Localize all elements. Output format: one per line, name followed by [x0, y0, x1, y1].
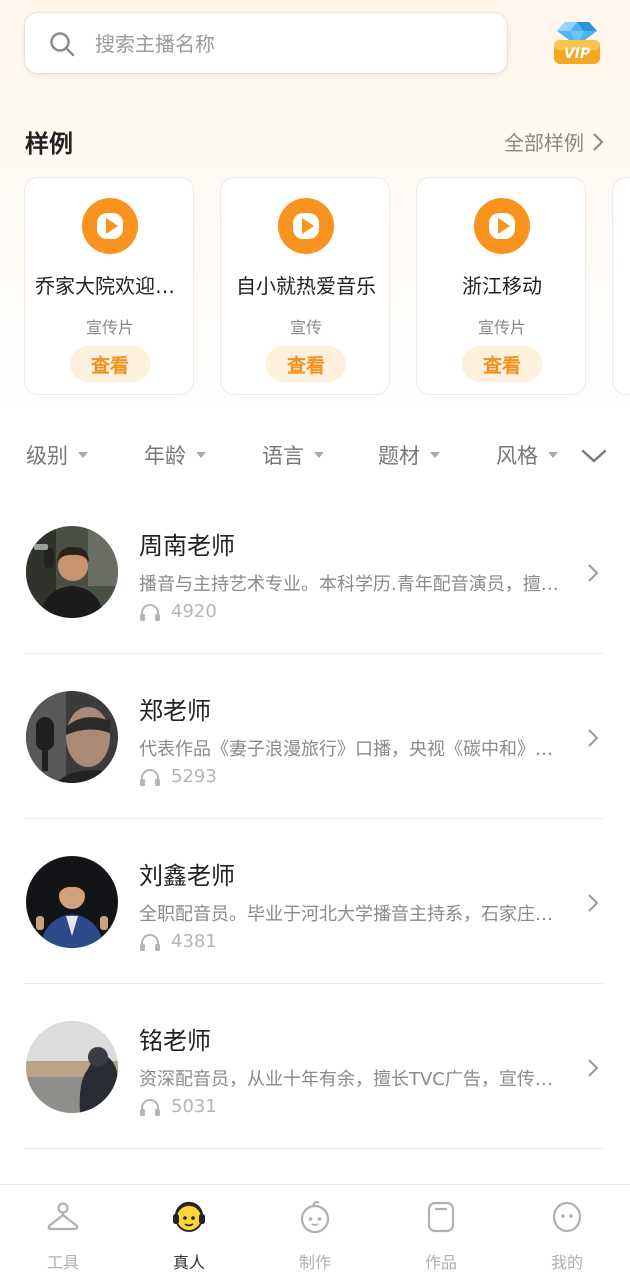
tab-label: 制作 — [298, 1253, 331, 1272]
works-icon — [427, 1201, 455, 1233]
headphone-face-icon — [173, 1201, 205, 1232]
dropdown-triangle-icon — [196, 452, 206, 458]
filter-language[interactable]: 语言 — [262, 440, 324, 470]
filter-topic[interactable]: 题材 — [378, 440, 440, 470]
avatar — [26, 526, 118, 618]
hanger-icon — [47, 1202, 79, 1231]
samples-title: 样例 — [25, 130, 73, 158]
tab-label: 工具 — [46, 1253, 79, 1272]
search-bar[interactable] — [24, 12, 508, 74]
filter-label: 题材 — [378, 444, 420, 468]
chevron-down-icon[interactable] — [580, 446, 608, 466]
play-count-value: 5293 — [171, 766, 217, 787]
headphone-icon — [140, 1098, 160, 1116]
sample-card[interactable]: 浙江移动 宣传片 查看 — [416, 177, 586, 395]
play-count: 4920 — [139, 601, 217, 622]
teacher-row[interactable]: 铭老师 资深配音员，从业十年有余，擅长TVC广告，宣传片配音 5031 — [0, 985, 630, 1149]
bottom-tab-bar: 工具 真人 制作 作品 我的 — [0, 1184, 630, 1281]
view-button[interactable]: 查看 — [70, 346, 150, 382]
divider — [24, 653, 606, 654]
vip-badge[interactable]: VIP — [552, 20, 602, 66]
filter-label: 语言 — [262, 444, 304, 468]
filter-level[interactable]: 级别 — [26, 440, 88, 470]
chevron-right-icon — [588, 564, 599, 582]
sample-card[interactable]: 自小就热爱音乐 宣传 查看 — [220, 177, 390, 395]
tab-label: 真人 — [172, 1253, 205, 1272]
filter-label: 级别 — [26, 444, 68, 468]
profile-face-icon — [552, 1201, 582, 1233]
search-icon — [50, 32, 75, 57]
play-icon[interactable] — [82, 198, 138, 254]
play-count: 4381 — [139, 931, 217, 952]
teacher-name: 周南老师 — [139, 532, 235, 560]
chevron-right-icon — [588, 1059, 599, 1077]
dropdown-triangle-icon — [548, 452, 558, 458]
headphone-icon — [140, 603, 160, 621]
dropdown-triangle-icon — [430, 452, 440, 458]
sample-type: 宣传片 — [477, 318, 526, 337]
tab-real-person[interactable]: 真人 — [126, 1185, 252, 1281]
teacher-row[interactable]: 周南老师 播音与主持艺术专业。本科学历.青年配音演员，擅长广告宣传片配音 492… — [0, 490, 630, 654]
vip-label: VIP — [564, 46, 591, 62]
sample-type: 宣传片 — [85, 318, 134, 337]
teacher-row[interactable]: 刘鑫老师 全职配音员。毕业于河北大学播音主持系，石家庄电台主播 4381 — [0, 820, 630, 984]
play-icon[interactable] — [474, 198, 530, 254]
sample-title: 乔家大院欢迎光临 — [35, 274, 185, 298]
tab-label: 作品 — [424, 1253, 457, 1272]
play-count: 5031 — [139, 1096, 217, 1117]
filter-label: 年龄 — [144, 444, 186, 468]
chevron-right-icon — [593, 132, 604, 151]
all-samples-label: 全部样例 — [504, 131, 584, 155]
play-icon[interactable] — [278, 198, 334, 254]
divider — [24, 818, 606, 819]
dropdown-triangle-icon — [314, 452, 324, 458]
headphone-icon — [140, 933, 160, 951]
teacher-description: 全职配音员。毕业于河北大学播音主持系，石家庄电台主播 — [139, 904, 559, 925]
play-count-value: 4920 — [171, 601, 217, 622]
teacher-name: 郑老师 — [139, 697, 211, 725]
sample-card[interactable]: 乔家大院欢迎光临 宣传片 查看 — [24, 177, 194, 395]
headphone-icon — [140, 768, 160, 786]
dropdown-triangle-icon — [78, 452, 88, 458]
avatar — [26, 856, 118, 948]
tab-label: 我的 — [550, 1253, 583, 1272]
sample-carousel[interactable]: 乔家大院欢迎光临 宣传片 查看 自小就热爱音乐 宣传 查看 浙江移动 宣传片 查… — [24, 177, 630, 397]
play-count-value: 5031 — [171, 1096, 217, 1117]
chevron-right-icon — [588, 729, 599, 747]
filter-bar: 级别 年龄 语言 题材 风格 — [26, 440, 616, 472]
divider — [24, 1148, 606, 1149]
teacher-row[interactable]: 郑老师 代表作品《妻子浪漫旅行》口播，央视《碳中和》纪录片 5293 — [0, 655, 630, 819]
tab-works[interactable]: 作品 — [378, 1185, 504, 1281]
chevron-right-icon — [588, 894, 599, 912]
filter-label: 风格 — [496, 444, 538, 468]
avatar — [26, 691, 118, 783]
play-count-value: 4381 — [171, 931, 217, 952]
all-samples-link[interactable]: 全部样例 — [504, 127, 604, 156]
teacher-description: 代表作品《妻子浪漫旅行》口播，央视《碳中和》纪录片 — [139, 739, 559, 760]
tab-tools[interactable]: 工具 — [0, 1185, 126, 1281]
teacher-description: 资深配音员，从业十年有余，擅长TVC广告，宣传片配音 — [139, 1069, 559, 1090]
search-input[interactable] — [93, 23, 487, 65]
play-count: 5293 — [139, 766, 217, 787]
tab-profile[interactable]: 我的 — [504, 1185, 630, 1281]
filter-style[interactable]: 风格 — [496, 440, 558, 470]
view-button[interactable]: 查看 — [266, 346, 346, 382]
teacher-name: 刘鑫老师 — [139, 862, 235, 890]
divider — [24, 983, 606, 984]
make-face-icon — [300, 1201, 330, 1234]
view-button[interactable]: 查看 — [462, 346, 542, 382]
sample-title: 自小就热爱音乐 — [236, 274, 376, 298]
sample-type: 宣传 — [289, 318, 322, 337]
diamond-vip-icon: VIP — [554, 22, 600, 64]
sample-card-partial[interactable] — [612, 177, 630, 395]
tab-make[interactable]: 制作 — [252, 1185, 378, 1281]
teacher-description: 播音与主持艺术专业。本科学历.青年配音演员，擅长广告宣传片配音 — [139, 574, 559, 595]
teacher-name: 铭老师 — [139, 1027, 211, 1055]
sample-title: 浙江移动 — [462, 274, 542, 298]
filter-age[interactable]: 年龄 — [144, 440, 206, 470]
avatar — [26, 1021, 118, 1113]
